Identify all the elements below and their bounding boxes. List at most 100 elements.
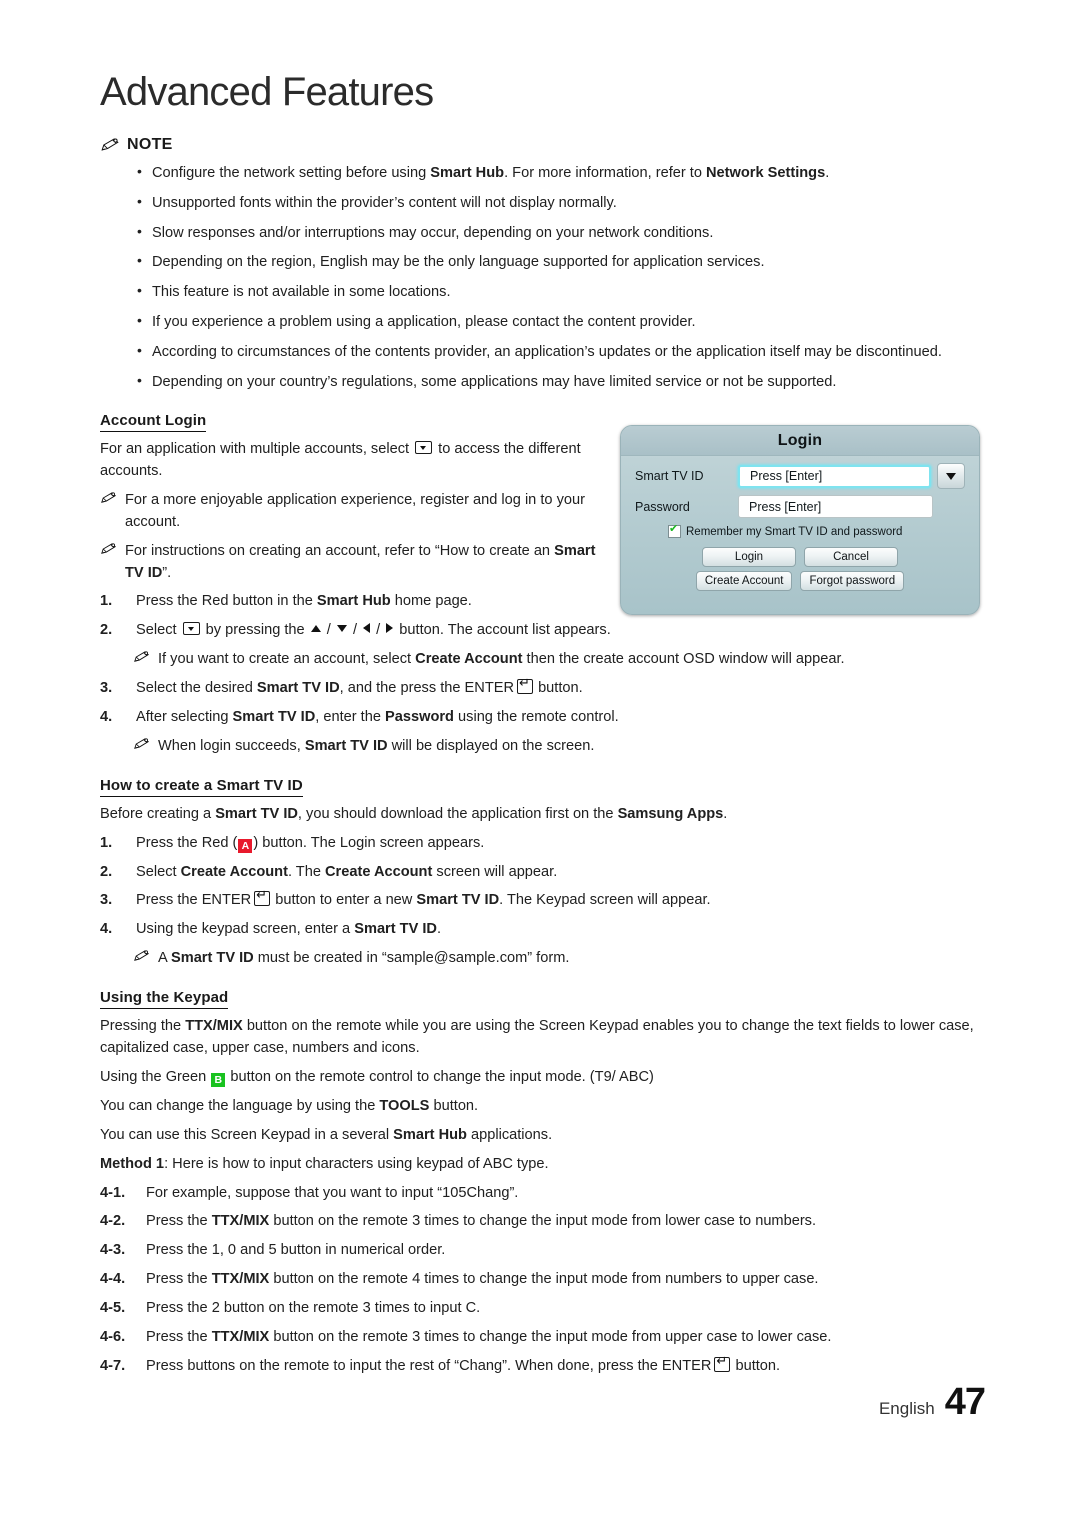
emphasis: Smart TV ID (304, 737, 388, 754)
login-dialog-body: Smart TV ID Press [Enter] Password Press… (621, 456, 979, 591)
pencil-note-icon (100, 490, 117, 503)
remember-me-row[interactable]: Remember my Smart TV ID and password (668, 523, 965, 538)
step-number: 4. (100, 921, 113, 938)
keypad-paragraph: Pressing the TTX/MIX button on the remot… (100, 1018, 974, 1057)
create-account-button[interactable]: Create Account (695, 571, 793, 591)
keypad-steps: 4-1. For example, suppose that you want t… (100, 1183, 985, 1378)
note-label: NOTE (127, 136, 173, 153)
keypad-paragraph: Using the Green B button on the remote c… (100, 1068, 654, 1087)
step-text: Select Create Account. The Create Accoun… (136, 863, 558, 880)
numbered-step: 3. Press the ENTER button to enter a new … (100, 888, 985, 912)
emphasis: TTX/MIX (211, 1271, 270, 1288)
footer-page-number: 47 (944, 1381, 986, 1423)
account-login-step2-note: If you want to create an account, select… (100, 649, 985, 671)
forgot-password-button[interactable]: Forgot password (800, 571, 905, 591)
step-text: Press the Red button in the Smart Hub ho… (136, 593, 472, 610)
smart-tv-id-input[interactable]: Press [Enter] (738, 464, 931, 488)
emphasis: Smart TV ID (416, 892, 500, 909)
step-number: 3. (100, 892, 113, 909)
account-login-step4-note: When login succeeds, Smart TV ID will be… (100, 736, 985, 758)
emphasis: TTX/MIX (185, 1018, 243, 1035)
remember-me-checkbox[interactable] (668, 523, 681, 538)
emphasis: Method 1 (100, 1155, 165, 1172)
chevron-down-icon[interactable] (937, 463, 965, 489)
section-heading-account-login: Account Login (100, 412, 207, 433)
arrow-down-icon (336, 625, 347, 633)
pencil-note-icon (133, 649, 150, 663)
emphasis: Samsung Apps (617, 805, 724, 822)
note-item-text: If you want to create an account, select… (158, 651, 845, 668)
login-dialog-titlebar: Login (621, 426, 979, 456)
step-text: Press the 1, 0 and 5 button in numerical… (146, 1242, 446, 1259)
create-id-intro: Before creating a Smart TV ID, you shoul… (100, 805, 728, 822)
cancel-button[interactable]: Cancel (804, 547, 898, 567)
emphasis: Smart TV ID (215, 805, 298, 822)
remember-me-label: Remember my Smart TV ID and password (686, 525, 903, 538)
note-item: For instructions on creating an account,… (100, 541, 610, 585)
arrow-right-icon (386, 623, 394, 634)
step-number: 1. (100, 593, 113, 610)
account-login-notes: For a more enjoyable application experie… (100, 490, 610, 585)
keypad-paragraph: You can use this Screen Keypad in a seve… (100, 1126, 553, 1143)
emphasis: Network Settings (706, 165, 826, 181)
password-row: Password Press [Enter] (635, 495, 965, 518)
emphasis: Smart TV ID (354, 921, 437, 938)
step-number: 4. (100, 709, 113, 726)
pencil-note-icon (100, 138, 120, 152)
smart-tv-id-row: Smart TV ID Press [Enter] (635, 463, 965, 489)
account-login-steps: 1. Press the Red button in the Smart Hub … (100, 591, 620, 642)
step-number: 4-1. (100, 1184, 126, 1201)
note-bullet: Depending on your country’s regulations,… (137, 370, 985, 393)
step-number: 4-4. (100, 1271, 126, 1288)
note-heading: NOTE (100, 136, 985, 154)
dropdown-glyph-icon (415, 441, 433, 455)
account-login-steps-cont: 3. Select the desired Smart TV ID, and th… (100, 676, 985, 729)
step-text: Press buttons on the remote to input the… (146, 1354, 985, 1378)
note-item-text: For instructions on creating an account,… (125, 542, 596, 581)
note-item-text: A Smart TV ID must be created in “sample… (158, 950, 570, 967)
numbered-step: 2. Select by pressing the / / / button. T… (100, 620, 620, 642)
step-text: Press the TTX/MIX button on the remote 3… (146, 1213, 817, 1230)
emphasis: Smart Hub (393, 1126, 467, 1143)
step-number: 2. (100, 863, 113, 880)
keypad-paragraph: You can change the language by using the… (100, 1097, 479, 1114)
emphasis: Password (385, 709, 454, 726)
note-bullet: Depending on the region, English may be … (137, 250, 985, 273)
login-dialog-button-row-1: Login Cancel (702, 547, 898, 567)
enter-key-icon (714, 1354, 731, 1372)
step-text: Press the Red (A) button. The Login scre… (136, 834, 485, 853)
login-dialog-button-row-2: Create Account Forgot password (695, 571, 905, 591)
numbered-step: 1. Press the Red button in the Smart Hub … (100, 591, 620, 613)
note-item: A Smart TV ID must be created in “sample… (100, 948, 985, 970)
section-using-keypad: Using the Keypad Pressing the TTX/MIX bu… (100, 989, 985, 1378)
create-id-steps: 1. Press the Red (A) button. The Login sc… (100, 833, 985, 942)
manual-page: Advanced Features NOTE Configure the net… (0, 0, 1080, 1519)
footer-language: English (878, 1399, 935, 1418)
step-number: 4-2. (100, 1213, 126, 1230)
numbered-step: 4-7. Press buttons on the remote to input… (100, 1354, 985, 1378)
step-text: Press the ENTER button to enter a new Sm… (136, 888, 985, 912)
step-number: 2. (100, 622, 113, 639)
note-bullet: If you experience a problem using a appl… (137, 310, 985, 333)
login-dialog: Login Smart TV ID Press [Enter] Password… (620, 425, 980, 615)
dropdown-glyph-icon (182, 622, 200, 636)
note-bullet: Slow responses and/or interruptions may … (137, 221, 985, 244)
password-input[interactable]: Press [Enter] (738, 495, 933, 518)
pencil-note-icon (133, 948, 150, 962)
password-label: Password (635, 499, 690, 514)
emphasis: Create Account (415, 651, 523, 668)
numbered-step: 4-4. Press the TTX/MIX button on the remo… (100, 1269, 985, 1291)
green-b-button-icon: B (211, 1072, 226, 1087)
step-text: Press the TTX/MIX button on the remote 3… (146, 1328, 832, 1345)
numbered-step: 2. Select Create Account. The Create Acco… (100, 862, 985, 884)
note-item: When login succeeds, Smart TV ID will be… (100, 736, 985, 758)
login-button[interactable]: Login (702, 547, 796, 567)
step-number: 4-3. (100, 1242, 126, 1259)
note-bullet: Unsupported fonts within the provider’s … (137, 191, 985, 214)
keypad-paragraph: Method 1: Here is how to input character… (100, 1155, 549, 1172)
emphasis: Smart TV ID (256, 680, 340, 697)
pencil-note-icon (133, 736, 150, 749)
numbered-step: 1. Press the Red (A) button. The Login sc… (100, 833, 985, 855)
numbered-step: 4-3. Press the 1, 0 and 5 button in numer… (100, 1240, 985, 1262)
enter-key-icon (254, 888, 271, 907)
